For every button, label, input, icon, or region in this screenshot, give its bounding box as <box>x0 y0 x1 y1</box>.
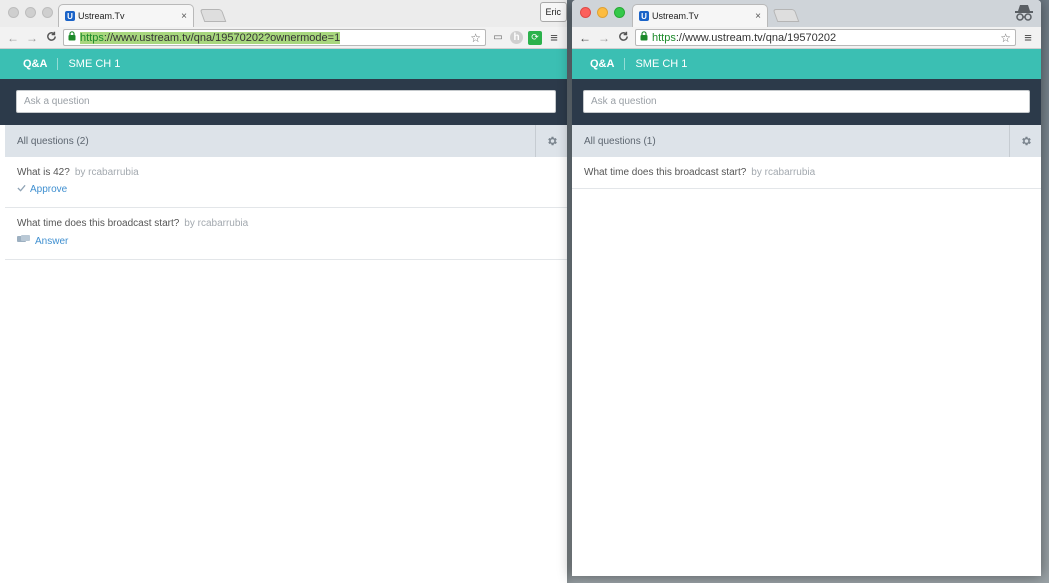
browser-window-viewer: U Ustream.Tv × ← → https://www.ustream.t… <box>572 0 1041 576</box>
answer-icon <box>17 235 31 247</box>
cast-icon[interactable]: ▭ <box>491 31 505 45</box>
url-scheme: https <box>80 31 104 44</box>
window-controls <box>580 7 625 18</box>
profile-button[interactable]: Eric <box>539 2 567 22</box>
browser-tab-ustream[interactable]: U Ustream.Tv × <box>58 4 194 27</box>
ustream-favicon-icon: U <box>65 11 75 21</box>
new-tab-button[interactable] <box>772 9 800 22</box>
qa-header: Q&A SME CH 1 <box>572 49 1041 79</box>
ustream-favicon-icon: U <box>639 11 649 21</box>
tab-qa[interactable]: Q&A <box>23 58 59 70</box>
all-questions-filter[interactable]: All questions (2) <box>5 136 535 147</box>
question-author: by rcabarrubia <box>74 167 139 178</box>
question-text: What time does this broadcast start? <box>17 218 180 229</box>
incognito-icon <box>1013 3 1035 28</box>
reload-icon-svg <box>618 31 628 41</box>
hamburger-menu-icon[interactable]: ≡ <box>1021 30 1035 45</box>
approve-button[interactable]: Approve <box>17 184 67 195</box>
bookmark-star-icon[interactable]: ☆ <box>996 31 1011 45</box>
tab-title: Ustream.Tv <box>78 11 125 21</box>
tab-close-icon[interactable]: × <box>181 11 187 22</box>
question-line: What is 42? by rcabarrubia <box>17 167 555 178</box>
approve-label: Approve <box>30 184 68 195</box>
browser-toolbar: ← → https://www.ustream.tv/qna/19570202?… <box>0 27 567 49</box>
all-questions-filter[interactable]: All questions (1) <box>572 136 1009 147</box>
forward-arrow-icon[interactable]: → <box>25 31 39 45</box>
question-text: What is 42? <box>17 167 70 178</box>
answer-label: Answer <box>35 235 69 247</box>
tab-strip: U Ustream.Tv × Eric <box>0 0 567 27</box>
gear-icon[interactable] <box>535 125 567 157</box>
url-path: ://www.ustream.tv/qna/19570202?ownermode… <box>103 31 341 44</box>
qa-header: Q&A SME CH 1 <box>0 49 567 79</box>
question-author: by rcabarrubia <box>184 218 249 229</box>
minimize-window-button[interactable] <box>25 7 36 18</box>
question-text: What time does this broadcast start? <box>584 167 747 178</box>
ask-bar <box>0 79 567 125</box>
channel-name[interactable]: SME CH 1 <box>625 58 687 70</box>
url-path: ://www.ustream.tv/qna/19570202 <box>675 31 837 44</box>
lock-icon <box>68 31 76 44</box>
zoom-window-button[interactable] <box>42 7 53 18</box>
address-bar[interactable]: https://www.ustream.tv/qna/19570202 ☆ <box>635 29 1016 46</box>
question-item: What time does this broadcast start? by r… <box>5 208 567 260</box>
back-arrow-icon[interactable]: ← <box>578 31 592 45</box>
ask-question-input[interactable] <box>16 90 556 113</box>
answer-button[interactable]: Answer <box>17 235 68 247</box>
minimize-window-button[interactable] <box>597 7 608 18</box>
close-window-button[interactable] <box>580 7 591 18</box>
question-author: by rcabarrubia <box>751 167 816 178</box>
reload-icon[interactable] <box>616 31 630 45</box>
h-extension-icon[interactable]: h <box>510 31 523 44</box>
reload-icon[interactable] <box>44 31 58 45</box>
address-bar[interactable]: https://www.ustream.tv/qna/19570202?owne… <box>63 29 486 46</box>
questions-filter-bar: All questions (2) <box>5 125 567 157</box>
check-icon <box>17 184 26 195</box>
close-window-button[interactable] <box>8 7 19 18</box>
questions-filter-bar: All questions (1) <box>572 125 1041 157</box>
gear-icon[interactable] <box>1009 125 1041 157</box>
question-item: What is 42? by rcabarrubia Approve <box>5 157 567 208</box>
browser-window-owner: U Ustream.Tv × Eric ← → https://www.ustr… <box>0 0 567 583</box>
back-arrow-icon[interactable]: ← <box>6 31 20 45</box>
url-scheme: https <box>652 31 676 44</box>
window-controls <box>8 7 53 18</box>
bookmark-star-icon[interactable]: ☆ <box>466 31 481 45</box>
qna-page: Q&A SME CH 1 All questions (1) What time… <box>572 49 1041 189</box>
tab-close-icon[interactable]: × <box>755 11 761 22</box>
ask-question-input[interactable] <box>583 90 1030 113</box>
tab-title: Ustream.Tv <box>652 11 699 21</box>
ask-bar <box>572 79 1041 125</box>
lock-icon <box>640 31 648 44</box>
hamburger-menu-icon[interactable]: ≡ <box>547 30 561 45</box>
question-line: What time does this broadcast start? by r… <box>17 218 555 229</box>
zoom-window-button[interactable] <box>614 7 625 18</box>
new-tab-button[interactable] <box>199 9 227 22</box>
feedly-extension-icon[interactable]: ⟳ <box>528 30 542 45</box>
question-item: What time does this broadcast start? by r… <box>572 157 1041 189</box>
forward-arrow-icon[interactable]: → <box>597 31 611 45</box>
tab-qa[interactable]: Q&A <box>590 58 626 70</box>
reload-icon-svg <box>46 31 56 41</box>
channel-name[interactable]: SME CH 1 <box>58 58 120 70</box>
question-line: What time does this broadcast start? by r… <box>584 167 1029 178</box>
qna-page: Q&A SME CH 1 All questions (2) What is 4… <box>0 49 567 260</box>
browser-tab-ustream[interactable]: U Ustream.Tv × <box>632 4 768 27</box>
tab-strip: U Ustream.Tv × <box>572 0 1041 27</box>
browser-toolbar: ← → https://www.ustream.tv/qna/19570202 … <box>572 27 1041 49</box>
